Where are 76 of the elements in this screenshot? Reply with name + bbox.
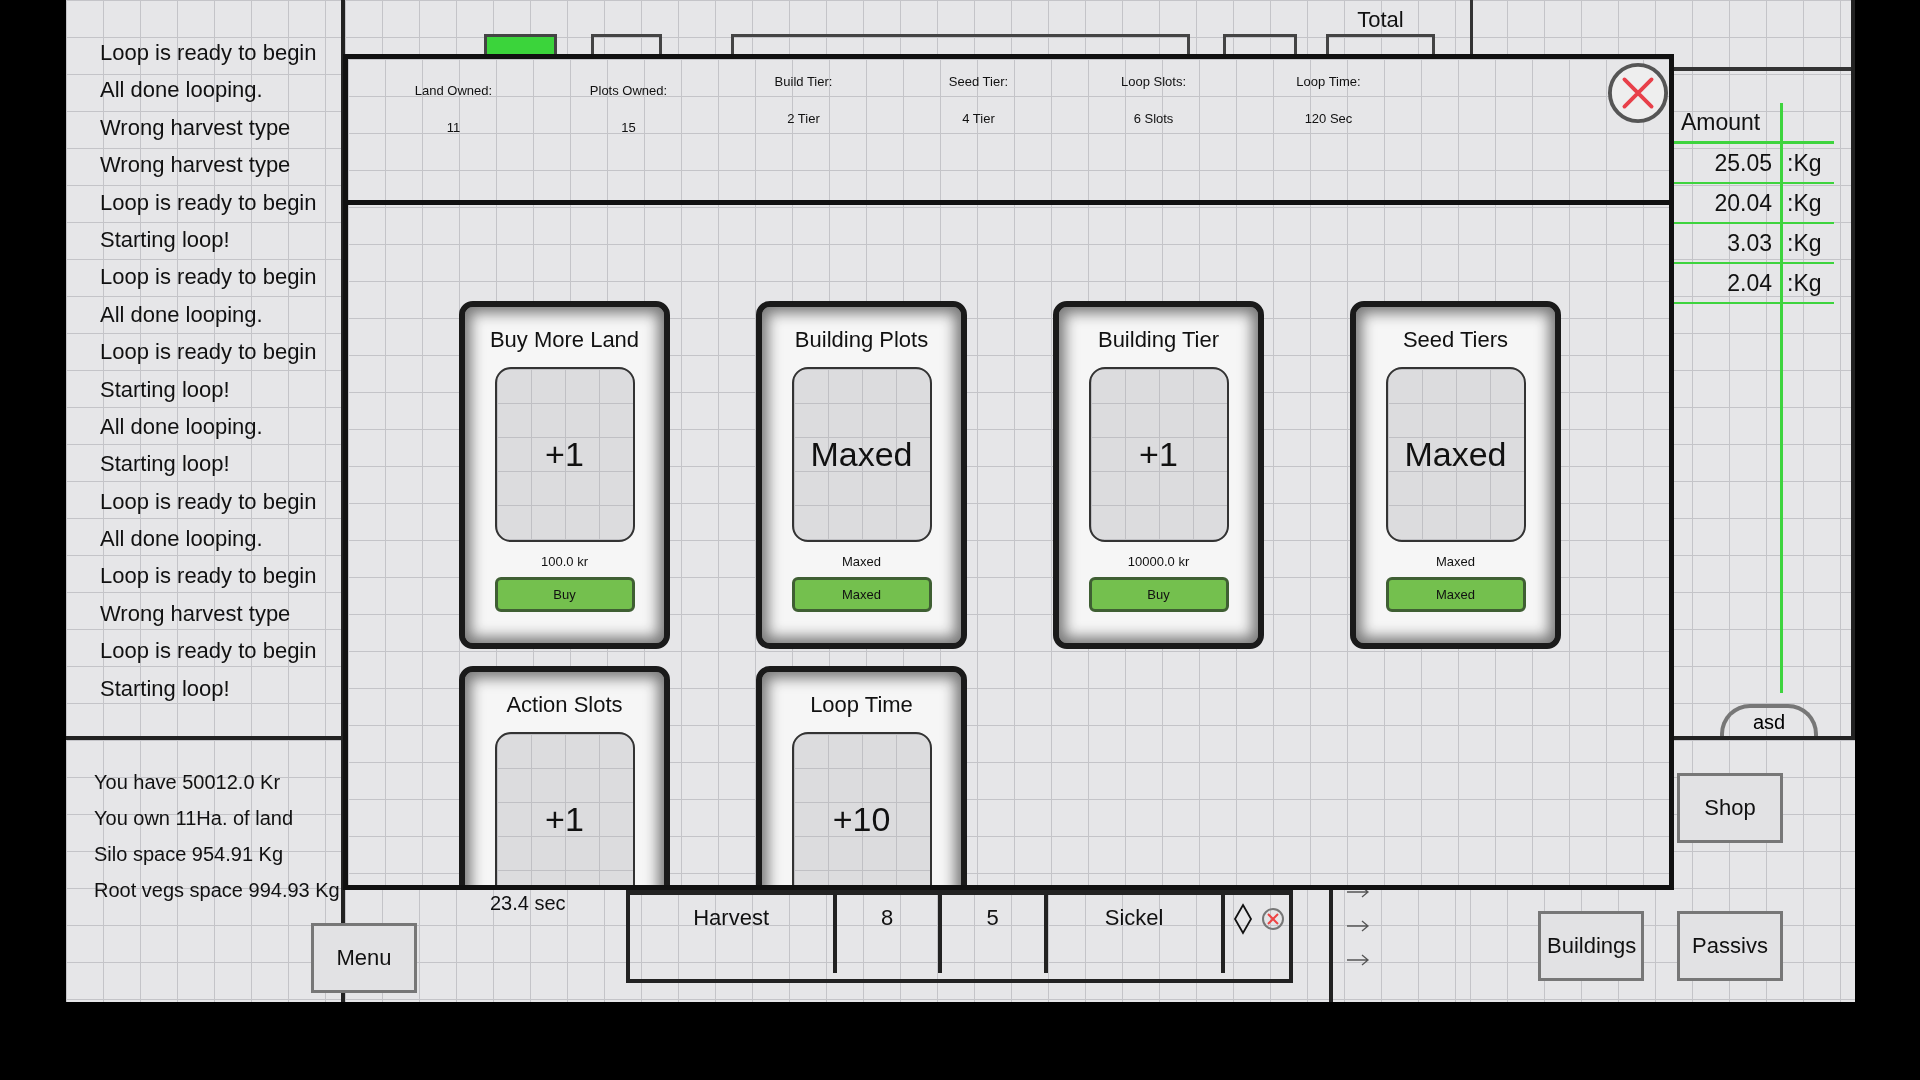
card-title: Seed Tiers [1402,327,1509,353]
status-line: Root vegs space 994.93 Kg [94,878,341,903]
card-title: Buy More Land [489,327,640,353]
stat-label: Loop Time: [1296,74,1361,89]
upgrade-amount: +1 [1139,435,1178,474]
shop-button[interactable]: Shop [1677,773,1783,843]
passives-button[interactable]: Passivs [1677,911,1783,981]
price-text: Maxed [842,554,881,569]
log-message: Starting loop! [100,225,231,254]
log-message: All done looping. [100,412,264,441]
upgrade-amount: +1 [545,435,584,474]
log-message: Loop is ready to begin [100,263,318,292]
price-text: 10000.0 kr [1127,554,1190,569]
status-line: You have 50012.0 Kr [94,770,282,795]
price-text: 100.0 kr [541,554,588,569]
log-message: Wrong harvest type [100,113,292,142]
upgrade-amount: Maxed [1404,435,1507,474]
card-title: Building Tier [1097,327,1220,353]
log-message: Loop is ready to begin [100,637,318,666]
amount-cell-text: 20.04 [1713,189,1772,217]
log-message: All done looping. [100,76,264,105]
column-header: Total [1357,6,1404,34]
log-message: Starting loop! [100,674,231,703]
log-message: Loop is ready to begin [100,188,318,217]
menu-button[interactable]: Menu [311,923,417,993]
card-title: Loop Time [810,692,913,718]
upgrade-amount: +1 [545,800,584,839]
log-message: Loop is ready to begin [100,39,318,67]
timer-text: 23.4 sec [490,892,566,915]
buy-button[interactable]: Buy [1088,577,1229,612]
stat-label: Seed Tier: [948,74,1009,89]
upgrade-amount: Maxed [810,435,913,474]
log-message: All done looping. [100,525,264,554]
log-message: Loop is ready to begin [100,487,318,516]
close-button[interactable] [1607,62,1669,124]
unit-cell: :Kg [1787,189,1822,217]
card-title: Action Slots [506,692,623,718]
tab[interactable]: asd [1720,704,1818,736]
unit-cell: :Kg [1787,229,1822,257]
log-message: Loop is ready to begin [100,562,318,591]
stat-label: Loop Slots: [1120,74,1186,89]
log-message: Starting loop! [100,450,231,479]
stat-value: 6 Slots [1133,111,1174,126]
log-message: Loop is ready to begin [100,338,318,367]
buy-button[interactable]: Maxed [791,577,932,612]
card-title: Building Plots [794,327,929,353]
log-message: Wrong harvest type [100,151,292,180]
unit-cell: :Kg [1787,269,1822,297]
stat-label: Build Tier: [774,74,833,89]
upgrade-amount: +10 [832,800,891,839]
log-message: Wrong harvest type [100,599,292,628]
stat-label: Plots Owned: [589,83,668,98]
stat-value: 15 [621,120,636,135]
status-line: You own 11Ha. of land [94,806,295,831]
reorder-icon[interactable] [1232,903,1253,935]
status-line: Silo space 954.91 Kg [94,842,285,867]
stat-value: 4 Tier [962,111,995,126]
tool-name: Sickel [1047,895,1225,973]
table-cell: 8 [836,895,942,973]
amount-cell-text: 25.05 [1713,149,1772,177]
buy-button[interactable]: Maxed [1385,577,1526,612]
table-cell: 5 [941,895,1048,973]
stat-value: 11 [446,120,461,135]
log-message: Starting loop! [100,375,231,404]
price-text: Maxed [1436,554,1475,569]
unit-cell: :Kg [1787,149,1822,177]
amount-cell-text: 3.03 [1726,229,1772,257]
remove-icon[interactable] [1260,907,1285,931]
stat-value: 2 Tier [787,111,820,126]
amount-cell-text: 2.04 [1726,269,1772,297]
stat-value: 120 Sec [1304,111,1353,126]
action-name: Harvest [629,895,837,973]
buy-button[interactable]: Buy [494,577,635,612]
log-message: All done looping. [100,300,264,329]
buildings-button[interactable]: Buildings [1538,911,1644,981]
stat-label: Land Owned: [414,83,493,98]
